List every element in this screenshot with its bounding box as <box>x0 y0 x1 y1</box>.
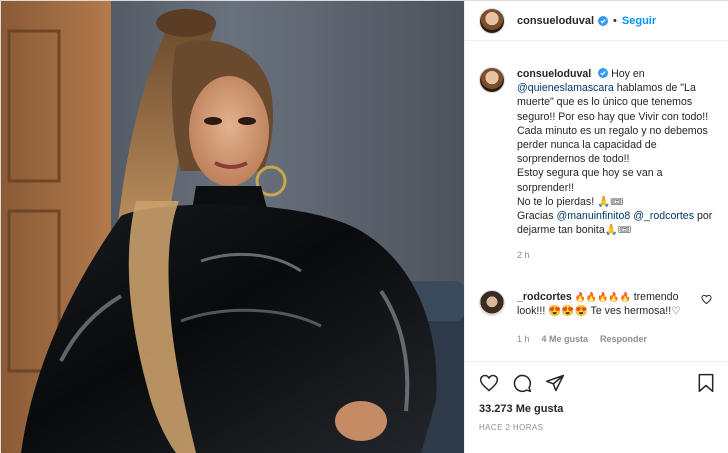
share-icon[interactable] <box>545 373 565 393</box>
caption-body: consueloduval Hoy en @quieneslamascara h… <box>517 67 722 263</box>
comment-like-count[interactable]: 4 Me gusta <box>542 332 589 346</box>
post-actions: 33.273 Me gusta HACE 2 HORAS <box>465 361 728 432</box>
comment-timestamp[interactable]: 1 h <box>517 332 530 346</box>
likes-count[interactable]: 33.273 Me gusta <box>479 403 716 415</box>
comment-item: _rodcortes 🔥🔥🔥🔥🔥 tremendo look!!! 😍😍😍 Te… <box>479 290 724 347</box>
comment-reply-button[interactable]: Responder <box>600 332 647 346</box>
commenter-username[interactable]: _rodcortes <box>517 291 572 303</box>
comment-like-heart-icon[interactable] <box>701 294 712 305</box>
post-time-ago[interactable]: HACE 2 HORAS <box>479 423 716 432</box>
instagram-post: consueloduval • Seguir consueloduval Hoy… <box>0 0 728 453</box>
verified-badge-icon <box>598 15 609 26</box>
commenter-avatar[interactable] <box>479 290 505 316</box>
post-caption: consueloduval Hoy en @quieneslamascara h… <box>479 67 724 263</box>
comment-body: _rodcortes 🔥🔥🔥🔥🔥 tremendo look!!! 😍😍😍 Te… <box>517 290 697 347</box>
comment-emojis: 🔥🔥🔥🔥🔥 <box>574 292 631 302</box>
caption-text: Gracias <box>517 210 554 223</box>
save-icon[interactable] <box>696 373 716 393</box>
heart-icon[interactable] <box>479 373 499 393</box>
caption-mention-link[interactable]: @quieneslamascara <box>517 82 614 94</box>
verified-badge-icon <box>598 68 609 78</box>
post-photo-illustration <box>1 1 464 453</box>
comment-icon[interactable] <box>512 373 532 393</box>
comments-section: consueloduval Hoy en @quieneslamascara h… <box>465 57 728 357</box>
comment-meta: 1 h 4 Me gusta Responder <box>517 332 697 346</box>
post-header: consueloduval • Seguir <box>465 1 728 41</box>
action-icons-row <box>479 372 716 394</box>
caption-mention-link[interactable]: @manuinfinito8 <box>556 210 630 222</box>
caption-timestamp[interactable]: 2 h <box>517 248 722 262</box>
caption-username[interactable]: consueloduval <box>517 68 591 80</box>
author-username[interactable]: consueloduval <box>517 15 594 27</box>
follow-button[interactable]: Seguir <box>622 15 656 27</box>
caption-mention-link[interactable]: @_rodcortes <box>633 210 694 222</box>
header-separator: • <box>613 14 617 27</box>
caption-text-intro: Hoy en <box>611 68 645 80</box>
post-sidebar: consueloduval • Seguir consueloduval Hoy… <box>464 1 728 453</box>
author-avatar[interactable] <box>479 7 505 34</box>
caption-text: hablamos de "La muerte" que es lo único … <box>517 82 709 166</box>
caption-avatar[interactable] <box>479 67 505 93</box>
caption-text: Estoy segura que hoy se van a sorprender… <box>517 167 663 194</box>
caption-text: No te lo pierdas! 🙏🎟 <box>517 195 624 208</box>
post-photo[interactable] <box>1 1 464 453</box>
